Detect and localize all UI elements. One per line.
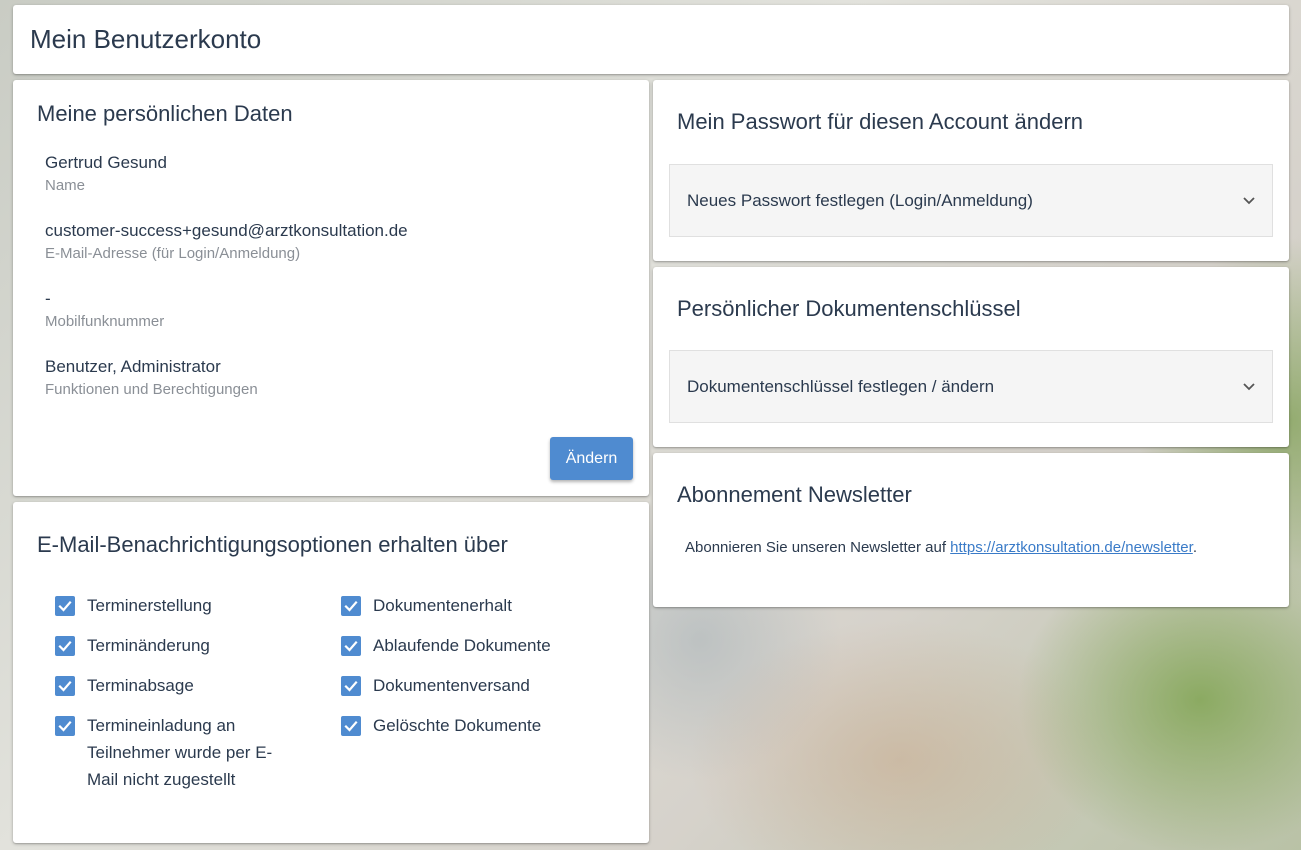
checkbox[interactable] (341, 716, 361, 736)
roles-field: Benutzer, Administrator Funktionen und B… (45, 356, 258, 398)
checkbox-label: Dokumentenversand (373, 676, 530, 695)
checkbox-terminerstellung[interactable]: Terminerstellung (55, 595, 285, 619)
check-icon (58, 600, 72, 612)
document-key-expander[interactable]: Dokumentenschlüssel festlegen / ändern (669, 350, 1273, 423)
newsletter-text-before: Abonnieren Sie unseren Newsletter auf (685, 539, 951, 556)
check-icon (344, 720, 358, 732)
checkbox-geloeschte-dokumente[interactable]: Gelöschte Dokumente (341, 715, 601, 739)
password-card: Mein Passwort für diesen Account ändern … (653, 80, 1289, 261)
roles-value: Benutzer, Administrator (45, 357, 221, 376)
email-value: customer-success+gesund@arztkonsultation… (45, 221, 408, 240)
email-field: customer-success+gesund@arztkonsultation… (45, 220, 408, 262)
new-password-expander[interactable]: Neues Passwort festlegen (Login/Anmeldun… (669, 164, 1273, 237)
chevron-down-icon (1243, 197, 1255, 205)
name-label: Name (45, 177, 86, 194)
checkbox-termineinladung-nicht-zugestellt[interactable]: Termineinladung an Teilnehmer wurde per … (55, 715, 291, 793)
checkbox-label: Ablaufende Dokumente (373, 636, 551, 655)
check-icon (58, 680, 72, 692)
newsletter-card: Abonnement Newsletter Abonnieren Sie uns… (653, 453, 1289, 607)
checkbox-dokumentenversand[interactable]: Dokumentenversand (341, 675, 601, 699)
checkbox-label: Gelöschte Dokumente (373, 716, 542, 735)
personal-data-title: Meine persönlichen Daten (37, 101, 293, 126)
email-label: E-Mail-Adresse (für Login/Anmeldung) (45, 245, 301, 262)
check-icon (58, 640, 72, 652)
check-icon (58, 720, 72, 732)
check-icon (344, 600, 358, 612)
expander-label: Neues Passwort festlegen (Login/Anmeldun… (687, 190, 1033, 210)
name-value: Gertrud Gesund (45, 153, 167, 172)
checkbox-ablaufende-dokumente[interactable]: Ablaufende Dokumente (341, 635, 601, 659)
check-icon (344, 680, 358, 692)
checkbox-label: Termineinladung an Teilnehmer wurde per … (87, 716, 273, 789)
email-notifications-card: E-Mail-Benachrichtigungsoptionen erhalte… (13, 502, 649, 843)
mobile-label: Mobilfunknummer (45, 313, 165, 330)
personal-data-card: Meine persönlichen Daten Gertrud Gesund … (13, 80, 649, 496)
checkbox-terminaenderung[interactable]: Terminänderung (55, 635, 285, 659)
checkbox-label: Terminabsage (87, 676, 194, 695)
checkbox[interactable] (55, 676, 75, 696)
mobile-field: - Mobilfunknummer (45, 288, 164, 330)
document-key-card: Persönlicher Dokumentenschlüssel Dokumen… (653, 267, 1289, 447)
newsletter-text-after: . (1192, 539, 1197, 556)
checkbox-label: Terminänderung (87, 636, 210, 655)
expander-label: Dokumentenschlüssel festlegen / ändern (687, 376, 995, 396)
edit-personal-data-button[interactable]: Ändern (550, 437, 633, 480)
checkbox[interactable] (341, 676, 361, 696)
newsletter-link[interactable]: https://arztkonsultation.de/newsletter (950, 539, 1193, 556)
notifications-title: E-Mail-Benachrichtigungsoptionen erhalte… (37, 532, 508, 557)
checkbox[interactable] (55, 596, 75, 616)
page-header: Mein Benutzerkonto (13, 5, 1289, 74)
checkbox-dokumentenerhalt[interactable]: Dokumentenerhalt (341, 595, 601, 619)
chevron-down-icon (1243, 383, 1255, 391)
mobile-value: - (45, 289, 51, 308)
name-field: Gertrud Gesund Name (45, 152, 167, 194)
checkbox-label: Terminerstellung (87, 596, 212, 615)
checkbox-terminabsage[interactable]: Terminabsage (55, 675, 285, 699)
roles-label: Funktionen und Berechtigungen (45, 381, 258, 398)
checkbox[interactable] (341, 636, 361, 656)
newsletter-text: Abonnieren Sie unseren Newsletter auf ht… (685, 539, 1197, 556)
checkbox-label: Dokumentenerhalt (373, 596, 512, 615)
document-key-title: Persönlicher Dokumentenschlüssel (677, 296, 1021, 321)
page-title: Mein Benutzerkonto (30, 24, 262, 54)
checkbox[interactable] (55, 716, 75, 736)
password-title: Mein Passwort für diesen Account ändern (677, 109, 1084, 134)
checkbox[interactable] (55, 636, 75, 656)
check-icon (344, 640, 358, 652)
checkbox[interactable] (341, 596, 361, 616)
newsletter-title: Abonnement Newsletter (677, 482, 912, 507)
